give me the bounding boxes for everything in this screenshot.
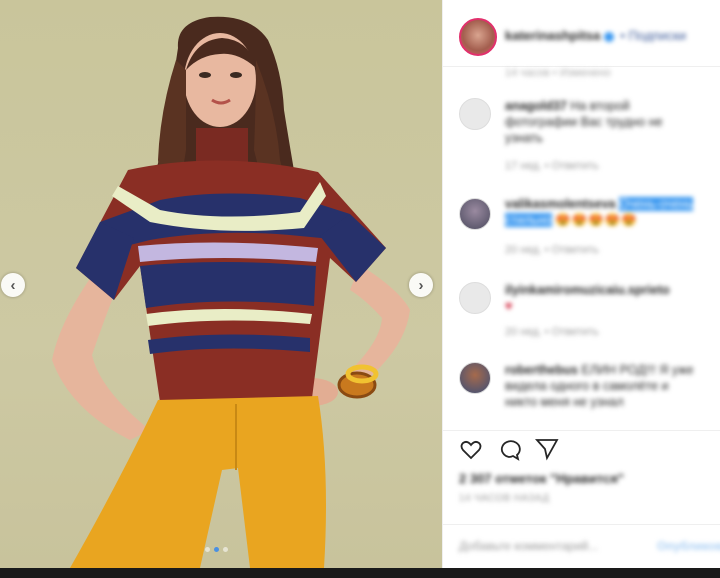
comment-meta[interactable]: 20 нед. • Ответить bbox=[505, 244, 599, 256]
commenter-username[interactable]: ilyinkamiromuzicaiu.sprieto bbox=[505, 283, 670, 297]
verified-badge-icon bbox=[604, 31, 615, 42]
chevron-right-icon: › bbox=[418, 276, 424, 294]
commenter-username[interactable]: roberthebus bbox=[505, 363, 578, 377]
commenter-avatar[interactable] bbox=[459, 198, 491, 230]
carousel-dot[interactable] bbox=[223, 547, 228, 552]
author-avatar[interactable] bbox=[459, 18, 497, 56]
comment-meta[interactable]: 20 нед. • Ответить bbox=[505, 326, 599, 338]
author-username[interactable]: katerinashpitsa bbox=[505, 28, 600, 43]
follow-status[interactable]: • Подписки bbox=[620, 28, 686, 43]
add-comment-bar: Добавьте комментарий... Опубликовать bbox=[443, 524, 720, 569]
carousel-dot[interactable] bbox=[205, 547, 210, 552]
post-image bbox=[52, 16, 410, 568]
previous-photo-button[interactable]: ‹ bbox=[1, 273, 25, 297]
next-photo-button[interactable]: › bbox=[409, 273, 433, 297]
commenter-avatar[interactable] bbox=[459, 98, 491, 130]
post-actions: 2 307 отметок "Нравится" 14 ЧАСОВ НАЗАД bbox=[443, 430, 720, 531]
author-username-row: katerinashpitsa • Подписки bbox=[505, 28, 686, 43]
comment-text: anagold37 На второй фотографии Вас трудн… bbox=[505, 98, 701, 146]
carousel-dots bbox=[205, 547, 228, 552]
commenter-avatar[interactable] bbox=[459, 282, 491, 314]
commenter-avatar[interactable] bbox=[459, 362, 491, 394]
post-sidebar: katerinashpitsa • Подписки 14 часов • Изм… bbox=[442, 0, 720, 568]
heart-icon: ♥ bbox=[505, 299, 513, 313]
commenter-username[interactable]: valikasmolentseva bbox=[505, 197, 616, 211]
comment-text: roberthebus ЕЛИН РОД!!! Я уже видела одн… bbox=[505, 362, 701, 410]
commenter-username[interactable]: anagold37 bbox=[505, 99, 567, 113]
likes-count[interactable]: 2 307 отметок "Нравится" bbox=[459, 471, 624, 486]
comment-bubble-icon[interactable] bbox=[497, 437, 521, 461]
post-header: katerinashpitsa • Подписки bbox=[443, 0, 720, 67]
comment-meta[interactable]: 17 нед. • Ответить bbox=[505, 160, 599, 172]
carousel-dot-active[interactable] bbox=[214, 547, 219, 552]
chevron-left-icon: ‹ bbox=[10, 276, 16, 294]
publish-button[interactable]: Опубликовать bbox=[657, 539, 720, 553]
like-heart-icon[interactable] bbox=[459, 437, 483, 461]
post-date: 14 ЧАСОВ НАЗАД bbox=[459, 493, 550, 504]
comment-text: ilyinkamiromuzicaiu.sprieto ♥ bbox=[505, 282, 701, 314]
comment-emojis: 😍😍😍😍😍 bbox=[555, 213, 638, 227]
share-icon[interactable] bbox=[535, 437, 559, 461]
post-modal: ‹ › katerinashpitsa • Подписки 14 часов •… bbox=[0, 0, 720, 568]
comment-input[interactable]: Добавьте комментарий... bbox=[459, 539, 598, 553]
comment-text: valikasmolentseva Очень-очень стильно 😍😍… bbox=[505, 196, 701, 228]
bottom-bar bbox=[0, 568, 720, 578]
post-edited-time: 14 часов • Изменено bbox=[505, 67, 611, 79]
post-photo[interactable]: ‹ › bbox=[0, 0, 442, 568]
